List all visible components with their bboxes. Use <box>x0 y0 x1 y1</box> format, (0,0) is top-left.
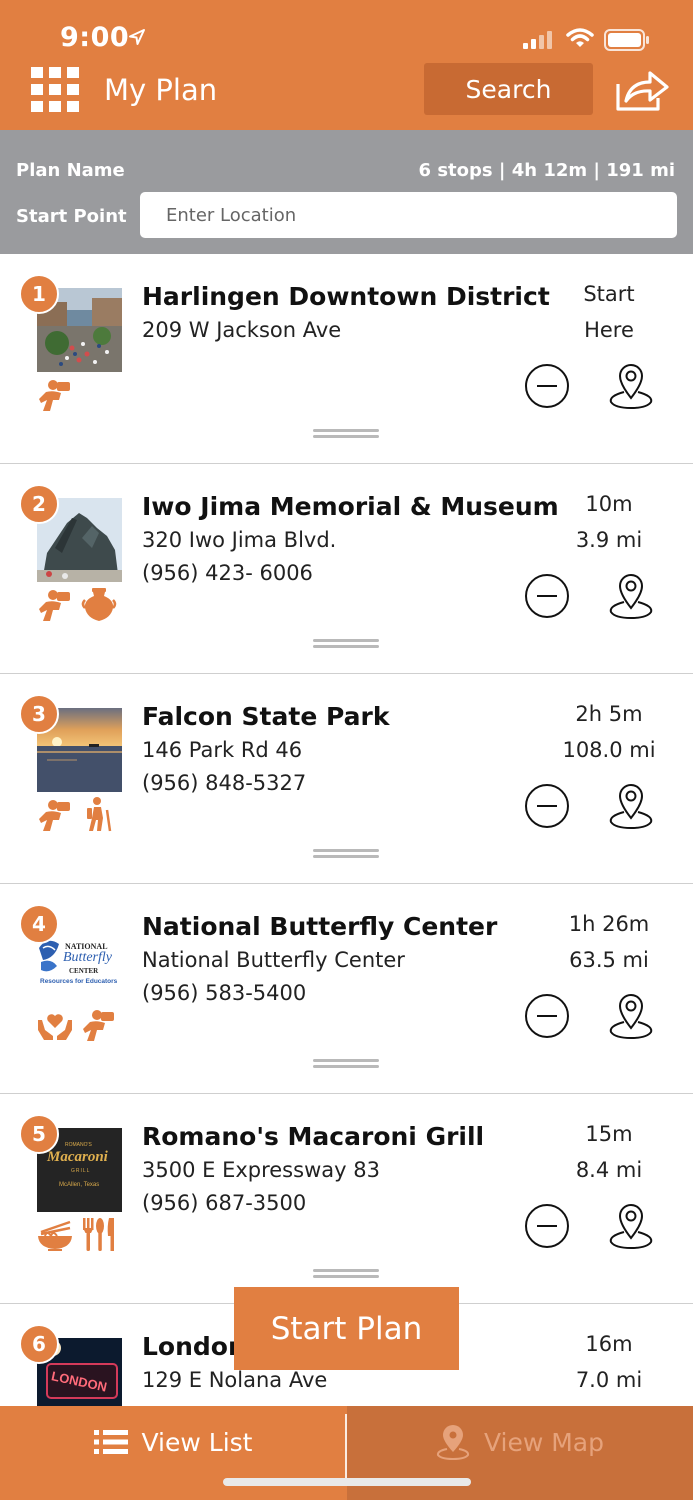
plan-name-label[interactable]: Plan Name <box>16 160 125 181</box>
macaroni-logo-grill: GRILL <box>71 1168 91 1174</box>
stop-number-badge: 4 <box>19 904 59 944</box>
tab-view-list-label: View List <box>141 1427 253 1457</box>
stop-phone[interactable]: (956) 583-5400 <box>142 981 306 1005</box>
stop-travel-time: 2h 5m <box>575 702 643 726</box>
stop-travel-time: 10m <box>585 492 633 516</box>
status-time: 9:00 <box>60 22 130 53</box>
start-location-input[interactable] <box>140 192 677 238</box>
photographer-category-icon <box>37 796 73 832</box>
stop-item[interactable]: 4 NATIONAL Butterfly CENTER Resources fo… <box>0 884 693 1095</box>
drag-handle[interactable] <box>313 429 379 439</box>
stop-distance: 8.4 mi <box>575 1158 643 1182</box>
stop-item[interactable]: 5 ROMANO'S Macaroni GRILL McAllen, Texas… <box>0 1094 693 1305</box>
hiker-category-icon <box>81 796 117 832</box>
map-marker-icon <box>436 1425 470 1460</box>
stop-number-badge: 6 <box>19 1324 59 1364</box>
drag-handle[interactable] <box>313 639 379 649</box>
list-icon <box>93 1430 128 1454</box>
photographer-category-icon <box>37 376 73 412</box>
search-button[interactable]: Search <box>424 63 593 115</box>
cellular-signal-icon <box>523 31 552 49</box>
remove-stop-icon[interactable] <box>524 783 570 829</box>
stop-travel-time: Start <box>583 282 635 306</box>
stop-name[interactable]: London <box>142 1332 246 1361</box>
stop-distance: 108.0 mi <box>562 738 656 762</box>
stop-address: 209 W Jackson Ave <box>142 318 342 342</box>
stop-travel-time: 15m <box>585 1122 633 1146</box>
stop-address: 320 Iwo Jima Blvd. <box>142 528 337 552</box>
butterfly-logo-line3: CENTER <box>69 967 99 975</box>
stop-travel-time: 1h 26m <box>568 912 650 936</box>
remove-stop-icon[interactable] <box>524 363 570 409</box>
macaroni-logo-small: ROMANO'S <box>65 1142 92 1148</box>
plan-summary: 6 stops | 4h 12m | 191 mi <box>418 160 675 181</box>
stop-name[interactable]: Harlingen Downtown District <box>142 282 550 311</box>
stop-name[interactable]: Romano's Macaroni Grill <box>142 1122 484 1151</box>
map-pin-icon[interactable] <box>606 360 656 410</box>
macaroni-logo-city: McAllen, Texas <box>59 1182 100 1188</box>
utensils-category-icon <box>81 1216 117 1252</box>
stop-number-badge: 5 <box>19 1114 59 1154</box>
map-pin-icon[interactable] <box>606 1200 656 1250</box>
tab-view-map-label: View Map <box>483 1427 605 1457</box>
photographer-category-icon <box>37 586 73 622</box>
stop-address: National Butterfly Center <box>142 948 405 972</box>
photographer-category-icon <box>81 1006 117 1042</box>
remove-stop-icon[interactable] <box>524 573 570 619</box>
stop-number-badge: 1 <box>19 274 59 314</box>
map-pin-icon[interactable] <box>606 570 656 620</box>
stop-address: 3500 E Expressway 83 <box>142 1158 380 1182</box>
stop-distance: 3.9 mi <box>575 528 643 552</box>
start-point-label: Start Point <box>16 206 127 227</box>
stop-phone[interactable]: (956) 687-3500 <box>142 1191 306 1215</box>
share-icon[interactable] <box>614 68 670 112</box>
heart-hands-category-icon <box>37 1006 73 1042</box>
map-pin-icon[interactable] <box>606 780 656 830</box>
stop-distance: Here <box>584 318 634 342</box>
remove-stop-icon[interactable] <box>524 993 570 1039</box>
remove-stop-icon[interactable] <box>524 1203 570 1249</box>
stop-address: 146 Park Rd 46 <box>142 738 303 762</box>
stop-distance: 63.5 mi <box>569 948 649 972</box>
stop-item[interactable]: 2 Iwo Jima Memorial & Museum 320 Iwo Jim… <box>0 464 693 675</box>
plan-info-bar: Plan Name 6 stops | 4h 12m | 191 mi Star… <box>0 130 693 254</box>
stop-travel-time: 16m <box>585 1332 633 1356</box>
butterfly-logo-line2: Butterfly <box>63 950 112 965</box>
menu-grid-icon[interactable] <box>31 67 79 113</box>
home-indicator <box>223 1478 471 1486</box>
stop-item[interactable]: 1 Harlingen Downtown District 209 W Jack… <box>0 254 693 465</box>
drag-handle[interactable] <box>313 1059 379 1069</box>
vase-category-icon <box>81 586 117 622</box>
macaroni-logo-main: Macaroni <box>47 1149 108 1165</box>
battery-icon <box>604 29 649 51</box>
tab-view-list[interactable]: View List <box>0 1406 346 1478</box>
stop-address: 129 E Nolana Ave <box>142 1368 328 1392</box>
stop-distance: 7.0 mi <box>575 1368 643 1392</box>
start-plan-button[interactable]: Start Plan <box>234 1287 459 1370</box>
wifi-icon <box>566 28 594 47</box>
app-header: 9:00 My Plan Search <box>0 0 693 130</box>
butterfly-logo-line4: Resources for Educators <box>40 978 118 985</box>
location-arrow-icon <box>129 29 145 45</box>
drag-handle[interactable] <box>313 1269 379 1279</box>
stop-phone[interactable]: (956) 848-5327 <box>142 771 306 795</box>
stop-name[interactable]: Iwo Jima Memorial & Museum <box>142 492 559 521</box>
stop-number-badge: 3 <box>19 694 59 734</box>
page-title: My Plan <box>104 73 218 107</box>
noodle-bowl-category-icon <box>37 1216 73 1252</box>
stop-name[interactable]: National Butterfly Center <box>142 912 497 941</box>
stop-item[interactable]: 3 Falcon State Park 146 Park Rd 46 (956)… <box>0 674 693 885</box>
drag-handle[interactable] <box>313 849 379 859</box>
stop-number-badge: 2 <box>19 484 59 524</box>
map-pin-icon[interactable] <box>606 990 656 1040</box>
stop-name[interactable]: Falcon State Park <box>142 702 389 731</box>
stop-phone[interactable]: (956) 423- 6006 <box>142 561 313 585</box>
